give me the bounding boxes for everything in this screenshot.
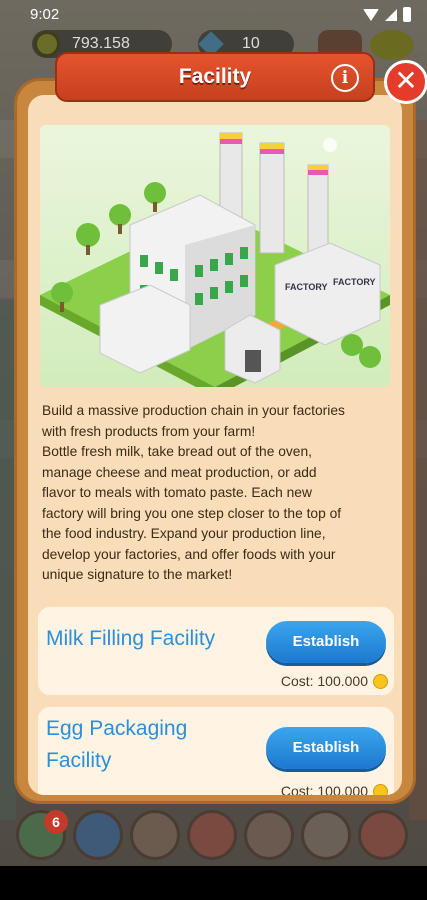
establish-button[interactable]: Establish xyxy=(266,727,386,769)
facility-cost: Cost: 100.000 xyxy=(280,783,368,795)
modal-panel: FACTORY FACTORY Build a massive producti… xyxy=(28,95,402,795)
factory-label-2: FACTORY xyxy=(333,277,376,287)
facility-name: Egg Packaging xyxy=(46,717,188,740)
modal-title-bar: Facility i xyxy=(55,52,375,102)
description-line: factory will bring you one step closer t… xyxy=(42,505,342,521)
facility-card-egg: Egg Packaging Facility Establish Cost: 1… xyxy=(38,707,394,795)
coin-icon xyxy=(373,674,388,689)
close-icon[interactable]: ✕ xyxy=(384,60,427,104)
signal-icon xyxy=(385,8,397,21)
chart-icon[interactable] xyxy=(73,810,123,860)
wifi-icon xyxy=(363,8,379,21)
shop-icon[interactable] xyxy=(358,810,408,860)
description-line: flavor to meals with tomato paste. Each … xyxy=(42,485,312,500)
establish-button[interactable]: Establish xyxy=(266,621,386,663)
description-line: develop your factories, and offer foods … xyxy=(42,546,336,562)
info-icon[interactable]: i xyxy=(331,64,359,92)
system-nav-bar xyxy=(0,866,427,900)
buildings-icon[interactable] xyxy=(130,810,180,860)
description-line: manage cheese and meat production, or ad… xyxy=(42,464,317,480)
factory-icon[interactable] xyxy=(244,810,294,860)
battery-icon xyxy=(403,7,411,22)
facility-name: Milk Filling Facility xyxy=(46,627,216,650)
description-line: Build a massive production chain in your… xyxy=(42,403,345,418)
facility-cost: Cost: 100.000 xyxy=(280,673,368,689)
facility-description: Build a massive production chain in your… xyxy=(42,401,392,586)
factory-illustration: FACTORY FACTORY xyxy=(40,125,390,387)
farm-icon[interactable] xyxy=(187,810,237,860)
facility-modal: FACTORY FACTORY Build a massive producti… xyxy=(14,78,416,804)
coin-icon xyxy=(34,31,60,57)
profile-hud-button[interactable] xyxy=(370,30,414,60)
status-time: 9:02 xyxy=(30,6,60,23)
bank-icon[interactable] xyxy=(301,810,351,860)
gem-value: 10 xyxy=(242,35,260,52)
facility-card-milk: Milk Filling Facility Establish Cost: 10… xyxy=(38,607,394,695)
modal-title: Facility xyxy=(178,65,252,88)
coin-value: 793.158 xyxy=(72,35,130,52)
factory-label-1: FACTORY xyxy=(285,282,328,292)
bottom-toolbar: 6 xyxy=(0,808,427,866)
factory-image: FACTORY FACTORY xyxy=(40,132,390,387)
facility-name: Facility xyxy=(46,749,112,772)
coin-icon xyxy=(373,784,388,795)
description-line: unique signature to the market! xyxy=(42,567,233,582)
description-line: Bottle fresh milk, take bread out of the… xyxy=(42,444,312,459)
notification-badge: 6 xyxy=(44,810,68,834)
description-line: with fresh products from your farm! xyxy=(42,423,256,439)
description-line: the food industry. Expand your productio… xyxy=(42,526,326,541)
status-bar: 9:02 xyxy=(0,0,427,30)
